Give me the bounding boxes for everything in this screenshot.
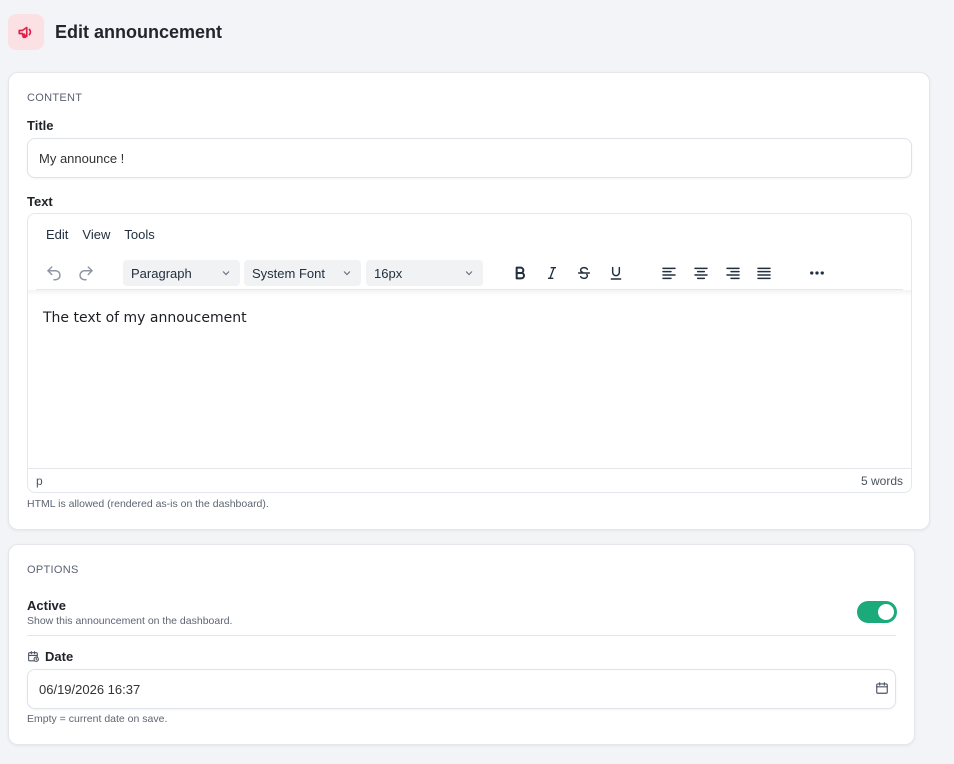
toggle-knob: [878, 604, 894, 620]
undo-icon[interactable]: [40, 259, 68, 287]
font-size-value: 16px: [374, 265, 403, 281]
editor-menubar: Edit View Tools: [46, 227, 169, 242]
italic-icon[interactable]: [538, 259, 566, 287]
calendar-clock-icon: [28, 651, 39, 662]
editor-statusbar: p 5 words: [28, 468, 911, 492]
font-size-select[interactable]: 16px: [366, 260, 483, 286]
block-format-value: Paragraph: [131, 265, 192, 281]
align-right-icon[interactable]: [719, 259, 747, 287]
title-input[interactable]: [27, 138, 912, 178]
more-icon[interactable]: [803, 259, 831, 287]
menu-tools[interactable]: Tools: [124, 227, 154, 242]
word-count[interactable]: 5 words: [861, 474, 903, 488]
rich-text-editor: Edit View Tools Paragraph System Font 16…: [27, 213, 912, 493]
page-header: Edit announcement: [8, 14, 222, 50]
align-center-icon[interactable]: [687, 259, 715, 287]
active-toggle[interactable]: [857, 601, 897, 623]
align-left-icon[interactable]: [655, 259, 683, 287]
chevron-down-icon: [465, 271, 473, 276]
chevron-down-icon: [343, 271, 351, 276]
chevron-down-icon: [222, 271, 230, 276]
active-description: Show this announcement on the dashboard.: [27, 615, 233, 627]
megaphone-icon: [8, 14, 44, 50]
page-title: Edit announcement: [55, 21, 223, 42]
date-label-row: Date: [27, 649, 73, 664]
menu-edit[interactable]: Edit: [46, 227, 68, 242]
content-card: CONTENT Title Text Edit View Tools Parag…: [8, 72, 930, 530]
date-help-text: Empty = current date on save.: [27, 713, 168, 725]
block-format-select[interactable]: Paragraph: [123, 260, 240, 286]
strikethrough-icon[interactable]: [570, 259, 598, 287]
menu-view[interactable]: View: [82, 227, 110, 242]
toolbar-shadow: [28, 290, 911, 296]
options-divider: [27, 635, 896, 636]
redo-icon[interactable]: [72, 259, 100, 287]
active-label: Active: [27, 598, 67, 613]
bold-icon[interactable]: [506, 259, 534, 287]
date-label: Date: [45, 649, 74, 664]
options-section-label: OPTIONS: [27, 564, 79, 576]
title-label: Title: [27, 118, 54, 133]
calendar-icon[interactable]: [875, 681, 889, 700]
underline-icon[interactable]: [602, 259, 630, 287]
font-family-select[interactable]: System Font: [244, 260, 361, 286]
html-help-text: HTML is allowed (rendered as-is on the d…: [27, 498, 269, 510]
align-justify-icon[interactable]: [750, 259, 778, 287]
content-section-label: CONTENT: [27, 92, 83, 104]
editor-body[interactable]: The text of my annoucement: [43, 310, 247, 326]
editor-toolbar: Paragraph System Font 16px: [28, 259, 911, 289]
font-family-value: System Font: [252, 265, 325, 281]
text-label: Text: [27, 194, 53, 209]
element-path[interactable]: p: [36, 474, 43, 488]
date-input[interactable]: [27, 669, 896, 709]
options-card: OPTIONS Active Show this announcement on…: [8, 544, 915, 745]
